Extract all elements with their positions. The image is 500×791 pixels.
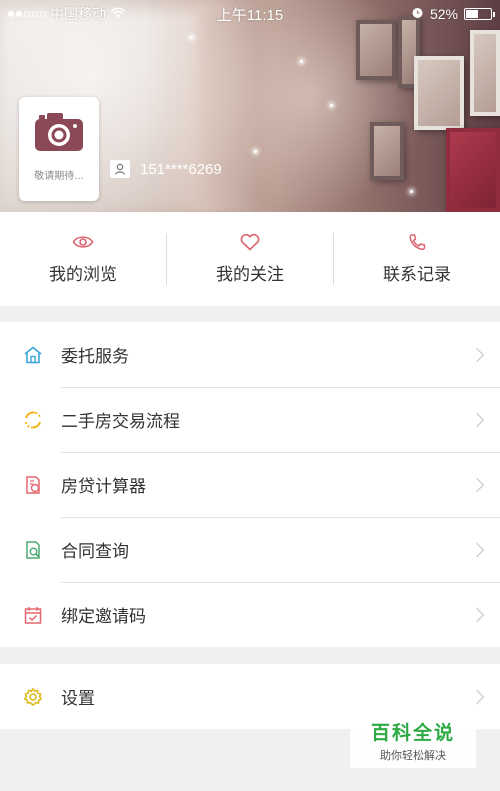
eye-icon	[72, 236, 94, 248]
chevron-right-icon	[469, 477, 485, 492]
sparkle-decoration	[190, 36, 193, 39]
avatar[interactable]: 敬请期待...	[19, 97, 99, 201]
calendar-check-icon	[22, 604, 44, 626]
quick-action-following[interactable]: 我的关注	[167, 233, 333, 285]
menu-item-label: 委托服务	[61, 347, 129, 367]
wifi-icon	[110, 7, 126, 22]
background-curtain	[150, 0, 260, 212]
status-bar: 中国移动 上午11:15 52%	[0, 0, 500, 28]
menu-item-label: 设置	[61, 689, 95, 709]
background-frame	[414, 56, 464, 130]
menu-item-mortgage-calculator[interactable]: 房贷计算器	[0, 452, 500, 517]
sparkle-decoration	[300, 60, 303, 63]
menu-list: 委托服务 二手房交易流程 房贷计算器 合同查询 绑定邀请码	[0, 322, 500, 647]
battery-percent: 52%	[429, 6, 458, 22]
camera-icon	[35, 113, 83, 151]
contract-search-icon	[22, 539, 44, 561]
status-time: 上午11:15	[216, 6, 284, 24]
user-phone-number: 151****6269	[140, 160, 222, 178]
sparkle-decoration	[254, 150, 257, 153]
sparkle-decoration	[330, 104, 333, 107]
battery-icon	[464, 8, 495, 20]
signal-strength-icon	[8, 11, 46, 17]
menu-item-bind-invite-code[interactable]: 绑定邀请码	[0, 582, 500, 647]
quick-action-browsing-history[interactable]: 我的浏览	[0, 233, 166, 285]
avatar-caption: 敬请期待...	[34, 171, 84, 182]
menu-item-contract-query[interactable]: 合同查询	[0, 517, 500, 582]
quick-actions-bar: 我的浏览 我的关注 联系记录	[0, 212, 500, 306]
alarm-icon	[411, 6, 424, 22]
carrier-name: 中国移动	[50, 6, 106, 22]
calculator-icon	[22, 474, 44, 496]
quick-action-label: 我的关注	[216, 265, 284, 285]
chevron-right-icon	[469, 412, 485, 427]
home-icon	[22, 344, 44, 366]
quick-action-contact-records[interactable]: 联系记录	[334, 233, 500, 285]
background-frame	[470, 30, 500, 116]
quick-action-label: 我的浏览	[49, 265, 117, 285]
menu-item-label: 合同查询	[61, 542, 129, 562]
status-right-group: 52%	[411, 6, 495, 22]
menu-item-label: 二手房交易流程	[61, 412, 180, 432]
cycle-icon	[22, 409, 44, 431]
menu-item-label: 绑定邀请码	[61, 607, 146, 627]
gear-icon	[22, 686, 44, 708]
watermark-title: 百科全说	[370, 721, 455, 744]
sparkle-decoration	[410, 190, 413, 193]
background-frame	[446, 128, 500, 212]
chevron-right-icon	[469, 347, 485, 362]
battery-level-fill	[466, 10, 479, 18]
chevron-right-icon	[469, 542, 485, 557]
chevron-right-icon	[469, 607, 485, 622]
profile-header: 中国移动 上午11:15 52% 敬请期待... 151****6269	[0, 0, 500, 212]
quick-action-label: 联系记录	[383, 265, 451, 285]
user-phone-row: 151****6269	[110, 160, 222, 178]
heart-icon	[240, 233, 260, 251]
phone-icon	[409, 234, 426, 251]
menu-item-label: 房贷计算器	[61, 477, 146, 497]
background-frame	[370, 122, 404, 180]
background-frame	[356, 20, 396, 80]
chevron-right-icon	[469, 689, 485, 704]
menu-item-entrust-service[interactable]: 委托服务	[0, 322, 500, 387]
menu-item-transaction-process[interactable]: 二手房交易流程	[0, 387, 500, 452]
watermark-subtitle: 助你轻松解决	[380, 748, 446, 762]
user-icon	[110, 160, 130, 178]
watermark-logo: 百科全说 助你轻松解决	[350, 712, 476, 768]
